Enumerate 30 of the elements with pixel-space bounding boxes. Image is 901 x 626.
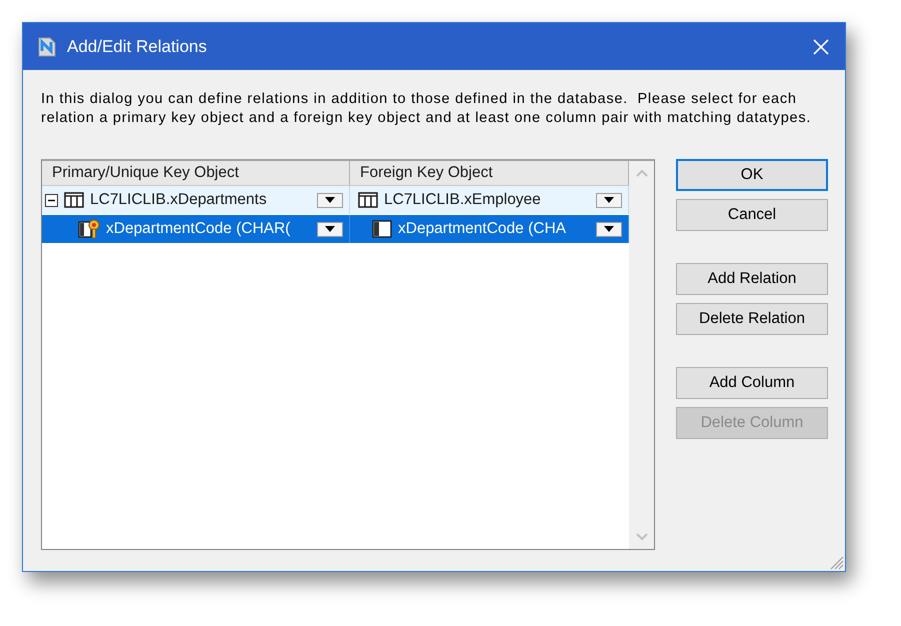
app-icon [37,36,57,56]
description-text: In this dialog you can define relations in addition to those defined in the database. Please select for each [41,90,798,109]
dialog-button[interactable]: Add Column [676,367,828,399]
dropdown-arrow-icon [603,226,615,232]
table-icon [64,192,84,208]
cell-text: LC7LICLIB.xDepartments [90,191,268,209]
dropdown-arrow-icon [324,226,336,232]
window-title: Add/Edit Relations [67,36,208,56]
cell-text: xDepartmentCode (CHA [398,220,567,238]
dropdown-button[interactable] [596,222,622,236]
table-icon [358,192,378,208]
cell-text: xDepartmentCode (CHAR( [106,220,292,238]
dialog-button[interactable]: OK [676,159,828,191]
resize-grip-icon[interactable] [828,554,844,570]
dropdown-button[interactable] [317,222,343,236]
key-column-icon [78,219,100,239]
column-header[interactable]: Primary/Unique Key Object [42,161,350,185]
collapse-toggle[interactable] [45,194,58,206]
dialog-button[interactable]: Add Relation [676,263,828,295]
dropdown-arrow-icon [324,196,336,204]
dialog-button[interactable]: Cancel [676,199,828,231]
cell-text: LC7LICLIB.xEmployee [384,191,542,209]
table-row[interactable]: xDepartmentCode (CHAR( xDepartmentCode (CHA [42,215,629,244]
dropdown-button[interactable] [317,192,343,208]
table-row[interactable]: LC7LICLIB.xDepartments LC7LICLIB.xEmployee [42,186,629,215]
dialog-button[interactable]: Delete Relation [676,303,828,335]
column-icon [372,220,392,238]
dropdown-button[interactable] [596,192,622,208]
description-text: relation a primary key object and a foreign key object and at least one column pair with matching datatypes. [41,109,812,128]
dropdown-arrow-icon [603,196,615,204]
